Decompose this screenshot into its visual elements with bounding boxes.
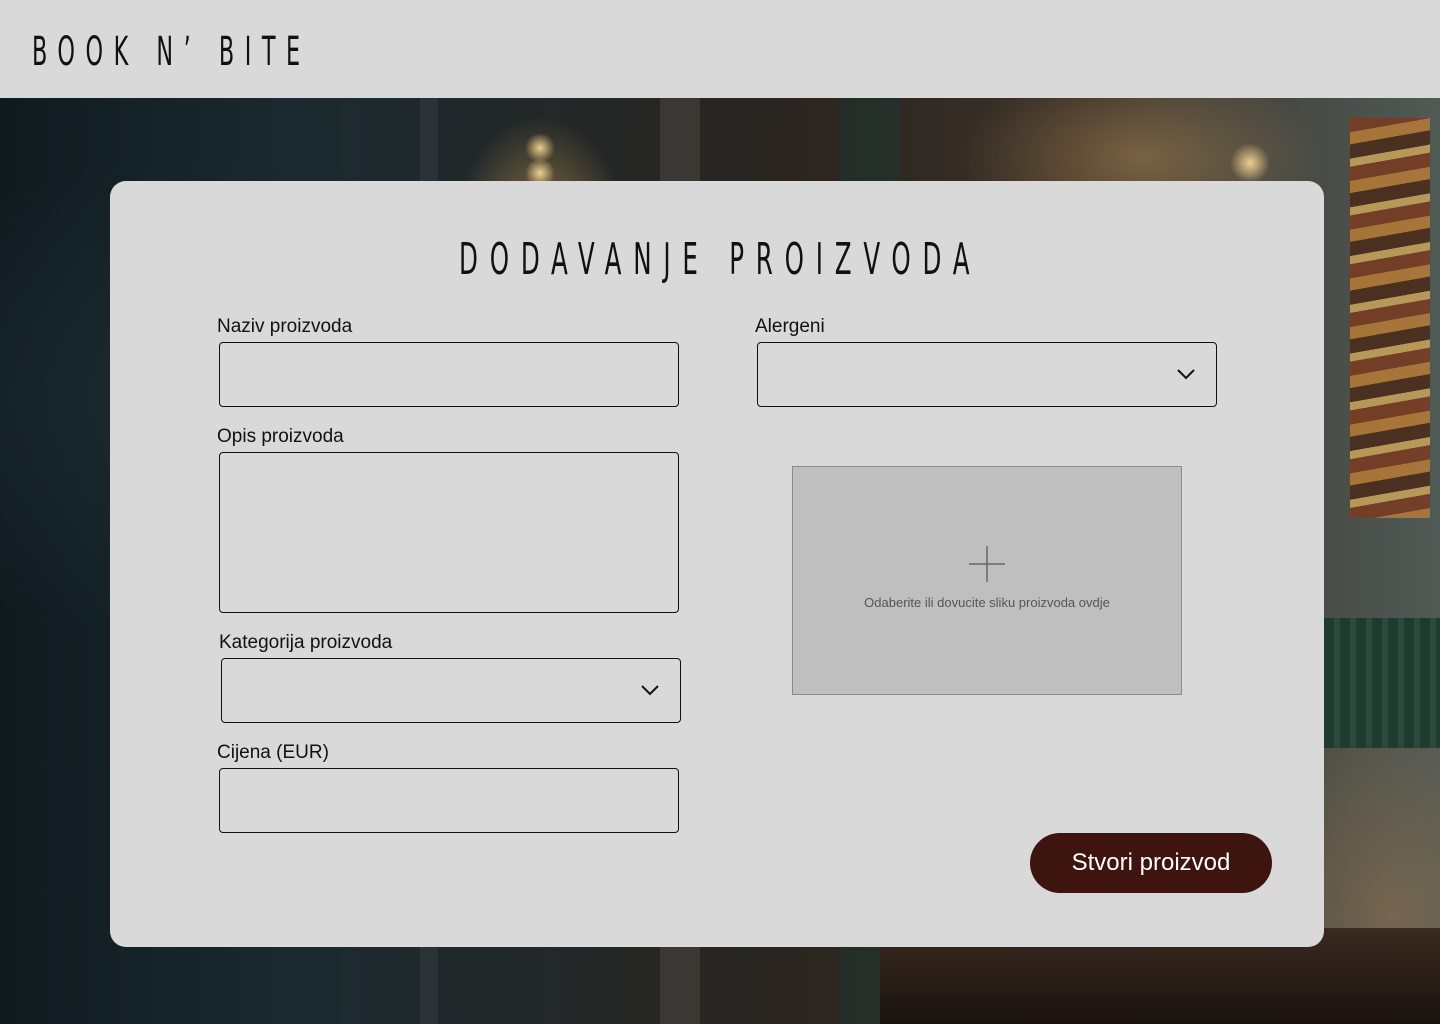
- page-title-text: DODAVANJE PROIZVODA: [458, 234, 982, 285]
- image-upload-hint: Odaberite ili dovucite sliku proizvoda o…: [864, 595, 1110, 610]
- create-product-button[interactable]: Stvori proizvod: [1030, 833, 1272, 893]
- allergens-select[interactable]: [757, 342, 1217, 407]
- allergens-label: Alergeni: [755, 316, 825, 337]
- product-description-textarea[interactable]: [219, 452, 679, 613]
- product-name-label: Naziv proizvoda: [217, 316, 353, 337]
- product-description-label: Opis proizvoda: [217, 426, 344, 447]
- brand-logo[interactable]: BOOK N’ BITE: [32, 26, 311, 78]
- price-label: Cijena (EUR): [217, 742, 329, 763]
- image-upload-dropzone[interactable]: Odaberite ili dovucite sliku proizvoda o…: [792, 466, 1182, 695]
- product-category-select[interactable]: [221, 658, 681, 723]
- plus-icon: [969, 546, 1005, 582]
- chevron-down-icon: [1177, 369, 1195, 380]
- page-title: DODAVANJE PROIZVODA: [0, 232, 1440, 288]
- product-name-input[interactable]: [219, 342, 679, 407]
- product-category-label: Kategorija proizvoda: [219, 632, 393, 653]
- price-input[interactable]: [219, 768, 679, 833]
- top-bar: BOOK N’ BITE: [0, 0, 1440, 98]
- chevron-down-icon: [641, 685, 659, 696]
